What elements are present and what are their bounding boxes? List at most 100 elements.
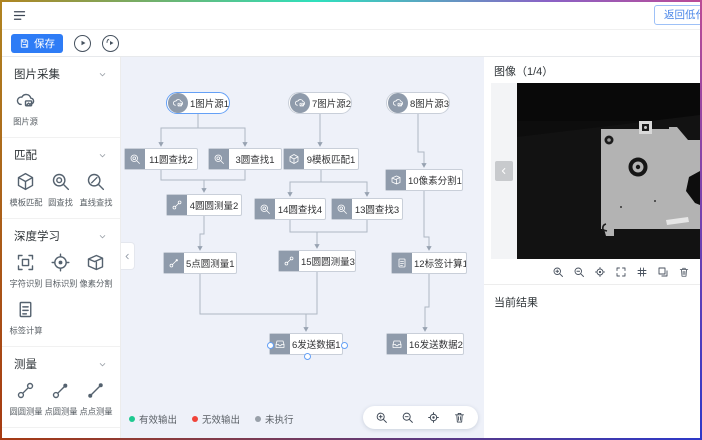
sidebar-tool-label: 像素分割 xyxy=(79,278,112,290)
fullscreen-icon[interactable] xyxy=(615,266,627,278)
sidebar-tool-像素分割[interactable]: 像素分割 xyxy=(78,252,113,290)
chevron-down-icon xyxy=(97,231,108,242)
sidebar-collapse-handle[interactable] xyxy=(121,242,135,270)
step-play-icon xyxy=(105,37,117,49)
measure-cc-icon xyxy=(15,380,36,401)
cloud-image-icon xyxy=(15,90,36,111)
sidebar-tool-标签计算[interactable]: 标签计算 xyxy=(8,299,43,337)
save-button[interactable]: 保存 xyxy=(11,34,63,53)
cloud-image-icon xyxy=(392,97,404,109)
doc-icon xyxy=(15,299,36,320)
flow-node-13圆查找3[interactable]: 13圆查找3 xyxy=(331,198,403,220)
chevron-left-icon xyxy=(123,252,132,261)
result-panel-title: 当前结果 xyxy=(484,285,700,319)
sidebar-tool-图片源[interactable]: 图片源 xyxy=(8,90,43,128)
right-panel: 图像（1/4） xyxy=(484,57,700,438)
sidebar-tool-label: 点点测量 xyxy=(79,406,112,418)
sidebar-section-header[interactable]: 匹配 xyxy=(2,143,120,165)
node-icon-cell xyxy=(167,195,187,215)
node-connection-handle[interactable] xyxy=(304,353,311,360)
ocr-icon xyxy=(15,252,36,273)
flow-node-6发送数据1[interactable]: 6发送数据1 xyxy=(269,333,343,355)
sidebar-section-title: 深度学习 xyxy=(14,228,60,244)
cloud-image-icon xyxy=(294,97,306,109)
flow-node-3圆查找1[interactable]: 3圆查找1 xyxy=(208,148,282,170)
node-label: 8图片源3 xyxy=(408,96,449,110)
sidebar-tool-直线查找[interactable]: 直线查找 xyxy=(78,171,113,209)
node-label: 4圆圆测量2 xyxy=(187,198,241,212)
node-icon-cell xyxy=(386,170,406,190)
flow-node-1图片源1[interactable]: 1图片源1 xyxy=(166,92,230,114)
measure-cc-icon xyxy=(171,199,183,211)
legend-label: 有效输出 xyxy=(139,412,177,426)
node-label: 5点圆测量1 xyxy=(184,256,236,270)
sidebar-section-items: 模板匹配圆查找直线查找 xyxy=(2,165,120,209)
sidebar-tool-label: 图片源 xyxy=(13,116,38,128)
zoom-in-icon[interactable] xyxy=(375,411,388,424)
sidebar-tool-模板匹配[interactable]: 模板匹配 xyxy=(8,171,43,209)
flow-canvas[interactable]: 有效输出 无效输出 未执行 1图片源1 7图片源2 8图片源3 11圆查找2 3圆查找19模… xyxy=(121,57,484,438)
sidebar-section-header[interactable]: 测量 xyxy=(2,352,120,374)
flow-node-10像素分割1[interactable]: 10像素分割1 xyxy=(385,169,463,191)
flow-node-8图片源3[interactable]: 8图片源3 xyxy=(386,92,450,114)
send-icon xyxy=(274,338,286,350)
node-icon-cell xyxy=(209,149,229,169)
flow-node-7图片源2[interactable]: 7图片源2 xyxy=(288,92,352,114)
node-label: 1图片源1 xyxy=(188,96,229,110)
node-icon-cell xyxy=(168,93,188,113)
sidebar-section: 深度学习字符识别目标识别像素分割标签计算 xyxy=(2,219,120,347)
menu-icon[interactable] xyxy=(12,8,27,23)
locate-icon[interactable] xyxy=(594,266,606,278)
trash-icon[interactable] xyxy=(453,411,466,424)
flow-node-9模板匹配1[interactable]: 9模板匹配1 xyxy=(283,148,359,170)
play-icon xyxy=(77,37,89,49)
flow-node-4圆圆测量2[interactable]: 4圆圆测量2 xyxy=(166,194,242,216)
legend-item: 未执行 xyxy=(255,412,294,426)
flow-node-11圆查找2[interactable]: 11圆查找2 xyxy=(124,148,198,170)
node-label: 15圆圆测量3 xyxy=(299,254,355,268)
flow-node-16发送数据2[interactable]: 16发送数据2 xyxy=(386,333,464,355)
measure-pp-icon xyxy=(85,380,106,401)
legend-dot xyxy=(129,416,135,422)
flow-node-15圆圆测量3[interactable]: 15圆圆测量3 xyxy=(278,250,356,272)
sidebar-tool-label: 字符识别 xyxy=(9,278,42,290)
flow-node-12标签计算1[interactable]: 12标签计算1 xyxy=(391,252,467,274)
sidebar-tool-点点测量[interactable]: 点点测量 xyxy=(78,380,113,418)
node-connection-handle[interactable] xyxy=(341,342,348,349)
run-button[interactable] xyxy=(74,35,91,52)
sidebar-section-header[interactable]: 深度学习 xyxy=(2,224,120,246)
grid-icon[interactable] xyxy=(636,266,648,278)
back-to-lowcode-button[interactable]: 返回低代 xyxy=(654,5,700,25)
sidebar-tool-字符识别[interactable]: 字符识别 xyxy=(8,252,43,290)
image-panel-title: 图像（1/4） xyxy=(484,57,700,83)
sidebar-section-title: 图片采集 xyxy=(14,66,60,82)
zoom-in-icon[interactable] xyxy=(552,266,564,278)
topbar: 返回低代 xyxy=(2,2,700,30)
app-window: 返回低代 保存 图片采集图片源匹配模板匹配圆查找直线查找深度学习字符识别目标识别… xyxy=(0,0,702,440)
node-connection-handle[interactable] xyxy=(267,342,274,349)
flow-node-5点圆测量1[interactable]: 5点圆测量1 xyxy=(163,252,237,274)
legend-item: 无效输出 xyxy=(192,412,240,426)
zoom-out-icon[interactable] xyxy=(573,266,585,278)
sidebar-tool-label: 模板匹配 xyxy=(9,197,42,209)
compare-icon[interactable] xyxy=(657,266,669,278)
measure-pc-icon xyxy=(50,380,71,401)
inspection-image[interactable] xyxy=(517,83,700,259)
doc-icon xyxy=(396,257,408,269)
node-label: 3圆查找1 xyxy=(229,152,281,166)
zoom-out-icon[interactable] xyxy=(401,411,414,424)
sidebar-section: 匹配模板匹配圆查找直线查找 xyxy=(2,138,120,219)
sidebar-section-header[interactable]: 图片采集 xyxy=(2,62,120,84)
flow-node-14圆查找4[interactable]: 14圆查找4 xyxy=(254,198,326,220)
sidebar-tool-点圆测量[interactable]: 点圆测量 xyxy=(43,380,78,418)
find-circle-icon xyxy=(213,153,225,165)
locate-icon[interactable] xyxy=(427,411,440,424)
sidebar-tool-圆圆测量[interactable]: 圆圆测量 xyxy=(8,380,43,418)
prev-image-button[interactable] xyxy=(495,161,513,181)
sidebar-tool-目标识别[interactable]: 目标识别 xyxy=(43,252,78,290)
sidebar-tool-圆查找[interactable]: 圆查找 xyxy=(43,171,78,209)
node-label: 6发送数据1 xyxy=(290,337,342,351)
trash-icon[interactable] xyxy=(678,266,690,278)
step-run-button[interactable] xyxy=(102,35,119,52)
legend-label: 未执行 xyxy=(265,412,294,426)
